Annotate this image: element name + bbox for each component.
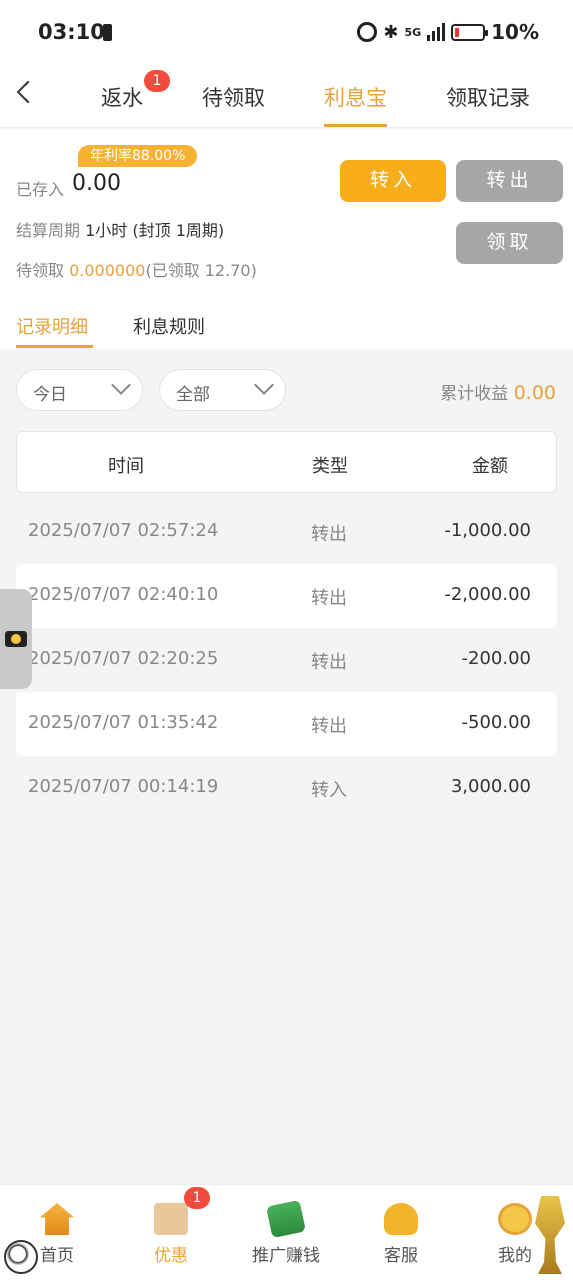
- sub-tab-indicator: [16, 345, 93, 348]
- tabbar-item-support[interactable]: 客服: [356, 1203, 446, 1266]
- cumulative-earnings: 累计收益 0.00: [440, 379, 556, 404]
- cycle-label: 结算周期: [16, 221, 81, 240]
- row-amount: 3,000.00: [450, 776, 531, 797]
- bluetooth-icon: ✱: [383, 21, 399, 43]
- cycle-cap-value: 1周期: [175, 221, 218, 240]
- claimed-text: (已领取 12.70): [145, 261, 257, 280]
- signal-icon: [427, 23, 446, 41]
- alarm-icon: [357, 22, 378, 42]
- row-type: 转出: [311, 652, 347, 673]
- cycle-cap-close: ): [217, 221, 225, 240]
- row-amount: -500.00: [461, 712, 531, 733]
- row-amount: -1,000.00: [444, 520, 531, 541]
- status-bar: 03:10 ✱ 5G 10%: [0, 0, 573, 64]
- row-type: 转入: [311, 780, 347, 801]
- active-tab-indicator: [324, 124, 387, 127]
- tabbar-item-promotions[interactable]: 优惠: [126, 1203, 216, 1266]
- date-filter[interactable]: 今日: [16, 369, 143, 411]
- row-time: 2025/07/07 00:14:19: [28, 776, 219, 797]
- row-amount: -200.00: [461, 648, 531, 669]
- cumulative-label: 累计收益: [440, 384, 509, 404]
- tab-interest-rules[interactable]: 利息规则: [133, 313, 205, 339]
- type-filter[interactable]: 全部: [159, 369, 286, 411]
- date-filter-label: 今日: [33, 385, 67, 405]
- row-type: 转出: [311, 588, 347, 609]
- pending-value: 0.000000: [69, 261, 146, 280]
- network-label: 5G: [404, 25, 422, 39]
- row-time: 2025/07/07 02:57:24: [28, 520, 219, 541]
- cycle-cap-open: (封顶: [132, 221, 171, 240]
- battery-saver-icon: [103, 24, 112, 41]
- transfer-in-button[interactable]: 转入: [340, 160, 446, 202]
- status-time: 03:10: [38, 20, 105, 44]
- row-type: 转出: [311, 524, 347, 545]
- floating-side-widget[interactable]: [0, 589, 32, 689]
- cycle-value: 1小时: [85, 221, 128, 240]
- header-type: 类型: [312, 456, 348, 477]
- tab-record-details[interactable]: 记录明细: [16, 313, 88, 339]
- tab-rebate-badge: 1: [144, 70, 170, 92]
- profile-icon: [498, 1203, 532, 1235]
- header-time: 时间: [108, 456, 144, 477]
- table-row: 2025/07/07 02:57:24 转出 -1,000.00: [16, 500, 557, 564]
- chevron-down-icon: [111, 375, 131, 395]
- row-type: 转出: [311, 716, 347, 737]
- tabbar-label: 推广赚钱: [252, 1246, 320, 1266]
- back-icon[interactable]: [16, 80, 40, 104]
- header-amount: 金额: [472, 456, 508, 477]
- table-row: 2025/07/07 01:35:42 转出 -500.00: [16, 692, 557, 756]
- table-row: 2025/07/07 02:40:10 转出 -2,000.00: [16, 564, 557, 628]
- transfer-out-button[interactable]: 转出: [456, 160, 563, 202]
- deposited-label: 已存入: [16, 180, 65, 199]
- tab-rebate[interactable]: 返水: [101, 82, 143, 112]
- row-amount: -2,000.00: [444, 584, 531, 605]
- claim-button[interactable]: 领取: [456, 222, 563, 264]
- bottom-tab-bar: 首页 优惠 1 推广赚钱 客服 我的: [0, 1184, 573, 1280]
- status-indicators: ✱ 5G 10%: [357, 20, 539, 44]
- football-icon: [4, 1240, 38, 1274]
- interest-summary: 年利率88.00% 已存入 0.00 结算周期 1小时 (封顶 1周期) 待领取…: [0, 129, 573, 349]
- row-time: 2025/07/07 01:35:42: [28, 712, 219, 733]
- row-time: 2025/07/07 02:40:10: [28, 584, 219, 605]
- customer-service-icon: [384, 1203, 418, 1235]
- money-icon: [266, 1199, 306, 1239]
- tab-pending[interactable]: 待领取: [202, 82, 265, 112]
- tab-interest[interactable]: 利息宝: [324, 82, 387, 112]
- tabbar-label: 客服: [384, 1246, 418, 1266]
- pending-label: 待领取: [16, 261, 65, 280]
- deposited-value: 0.00: [72, 171, 121, 196]
- promotions-badge: 1: [184, 1187, 210, 1209]
- home-icon: [40, 1203, 74, 1235]
- table-header: 时间 类型 金额: [16, 431, 557, 493]
- tabbar-item-referral[interactable]: 推广赚钱: [241, 1199, 331, 1266]
- table-row: 2025/07/07 02:20:25 转出 -200.00: [16, 628, 557, 692]
- battery-icon: [451, 23, 489, 41]
- chevron-down-icon: [254, 375, 274, 395]
- gift-icon: [154, 1203, 188, 1235]
- tab-claim-records[interactable]: 领取记录: [446, 82, 530, 112]
- tv-icon: [5, 631, 27, 647]
- pending-claim: 待领取 0.000000(已领取 12.70): [16, 257, 257, 281]
- table-row: 2025/07/07 00:14:19 转入 3,000.00: [16, 756, 557, 820]
- top-nav: 返水 1 待领取 利息宝 领取记录: [0, 64, 573, 128]
- annual-rate-tag: 年利率88.00%: [78, 145, 198, 167]
- row-time: 2025/07/07 02:20:25: [28, 648, 219, 669]
- cumulative-value: 0.00: [513, 382, 556, 404]
- tabbar-label: 优惠: [154, 1246, 188, 1266]
- battery-level: 10%: [491, 20, 539, 44]
- type-filter-label: 全部: [176, 385, 210, 405]
- settlement-cycle: 结算周期 1小时 (封顶 1周期): [16, 217, 224, 241]
